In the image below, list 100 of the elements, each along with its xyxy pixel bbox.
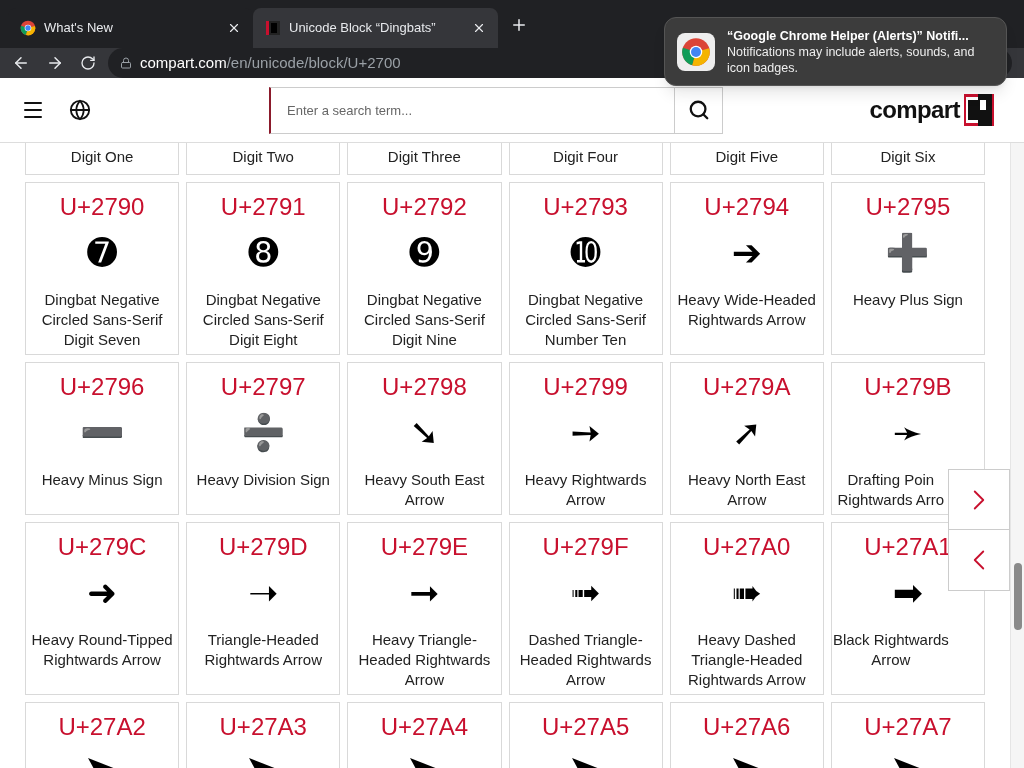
close-icon[interactable] [472,21,486,35]
code-point: U+2794 [704,193,790,221]
character-card[interactable]: Digit Five [669,143,824,175]
character-name: Rightwards Arrow [687,310,806,330]
code-point: U+2796 [59,373,145,401]
character-card[interactable]: U+27A4 [347,702,502,768]
scrollbar-thumb[interactable] [1014,563,1022,630]
character-card[interactable]: U+27A2 [25,702,180,768]
language-icon[interactable] [69,99,91,121]
character-card[interactable]: U+279F ➟ Dashed Triangle- Headed Rightwards Arrow [508,522,663,695]
character-card[interactable]: U+27A3 [186,702,341,768]
character-glyph: ➚ [731,411,762,455]
lock-icon [120,57,132,69]
character-card[interactable]: U+279E ➞ Heavy Triangle- Headed Rightwards Arrow [347,522,502,695]
notification-popup[interactable]: “Google Chrome Helper (Alerts)” Notifi... Notifications may include alerts, sounds, and icon badges. [664,17,1007,86]
close-icon[interactable] [227,21,241,35]
character-name: Heavy Minus Sign [41,470,163,490]
character-glyph: ➛ [892,411,923,455]
character-name: Triangle-Headed [207,630,319,650]
character-name: Rightwards Arrow [43,650,161,670]
character-name: Circled Sans-Serif [363,310,485,330]
character-glyph: ➑ [248,231,279,275]
code-point: U+27A3 [219,713,307,741]
logo-mark-icon [964,94,994,126]
chrome-icon [681,36,711,67]
browser-tab[interactable]: Unicode Block “Dingbats” [253,8,498,48]
url-path: /en/unicode/block/U+2700 [226,53,401,71]
character-glyph: ➐ [87,231,118,275]
character-name: Circled Sans-Serif [525,310,646,330]
character-card[interactable]: U+2794 ➔ Heavy Wide-Headed Rightwards Arrow [669,182,824,355]
character-name: Arrow [727,490,767,510]
reload-icon[interactable] [80,55,96,71]
new-tab-icon[interactable] [510,16,528,34]
character-card[interactable]: Digit Two [186,143,341,175]
character-card[interactable]: U+2793 ➓ Dingbat Negative Circled Sans-Serif Number Ten [508,182,663,355]
site-logo[interactable]: compart [869,92,960,128]
character-card[interactable]: U+27A5 [508,702,663,768]
character-name: Heavy Triangle- [371,630,477,650]
character-name: Dingbat Negative [366,290,482,310]
character-glyph: ➟ [570,571,601,615]
character-glyph: ➖ [79,411,125,455]
character-card[interactable]: U+279A ➚ Heavy North East Arrow [669,362,824,515]
character-name: Arrow [404,490,444,510]
character-name: Arrow [404,670,444,690]
character-name: Heavy Dashed [697,630,796,650]
code-point: U+279B [864,373,952,401]
tab-title: Unicode Block “Dingbats” [289,19,437,38]
character-name: Black Rightwards [832,630,949,650]
notification-title: “Google Chrome Helper (Alerts)” Notifi... [727,27,970,44]
character-card[interactable]: U+2799 ➙ Heavy Rightwards Arrow [508,362,663,515]
character-name: Digit Seven [63,330,141,350]
character-card[interactable]: U+27A7 [830,702,985,768]
character-card[interactable]: U+2795 ➕ Heavy Plus Sign [830,182,985,355]
character-card[interactable]: U+2797 ➗ Heavy Division Sign [186,362,341,515]
search-icon [687,99,710,121]
character-card[interactable]: U+27A0 ➠ Heavy Dashed Triangle-Headed Rightwards Arrow [669,522,824,695]
character-name: Circled Sans-Serif [202,310,324,330]
character-card[interactable]: Digit Four [508,143,663,175]
character-card[interactable]: U+2792 ➒ Dingbat Negative Circled Sans-Serif Digit Nine [347,182,502,355]
code-point: U+27A7 [864,713,952,741]
character-card[interactable]: Digit Six [830,143,985,175]
character-glyph: ➜ [87,571,118,615]
character-card[interactable]: Digit Three [347,143,502,175]
code-point: U+2798 [382,373,467,401]
code-point: U+279D [218,533,308,561]
character-glyph: ➞ [409,571,440,615]
character-name: Digit Five [715,147,778,167]
character-name: Number Ten [544,330,627,350]
character-card[interactable]: U+2798 ➘ Heavy South East Arrow [347,362,502,515]
search-field[interactable]: Enter a search term... [269,86,675,134]
character-glyph: ➙ [570,411,601,455]
character-glyph: ➠ [731,571,762,615]
character-name: Digit One [70,147,134,167]
character-name: Digit Nine [391,330,457,350]
character-card[interactable]: U+2791 ➑ Dingbat Negative Circled Sans-Serif Digit Eight [186,182,341,355]
character-card[interactable]: U+279D ➝ Triangle-Headed Rightwards Arrow [186,522,341,695]
forward-icon[interactable] [46,54,64,72]
code-point: U+279C [57,533,147,561]
character-card[interactable]: U+2796 ➖ Heavy Minus Sign [25,362,180,515]
character-card[interactable]: U+279C ➜ Heavy Round-Tipped Rightwards Arrow [25,522,180,695]
back-icon[interactable] [12,54,30,72]
character-name: Heavy Rightwards [524,470,647,490]
character-name: Digit Three [387,147,461,167]
character-name: Rightwards Arrow [204,650,322,670]
character-name: Heavy Division Sign [196,470,330,490]
character-card[interactable]: U+2790 ➐ Dingbat Negative Circled Sans-Serif Digit Seven [25,182,180,355]
character-name: Triangle-Headed [691,650,803,670]
character-name: Digit Eight [229,330,298,350]
character-name: Headed Rightwards [519,650,652,670]
code-point: U+27A5 [541,713,630,741]
code-point: U+27A6 [703,713,791,741]
character-name: Rightwards Arro [837,490,945,510]
character-card[interactable]: U+27A6 [669,702,824,768]
scrollbar[interactable] [1010,143,1024,768]
character-name: Drafting Poin [847,470,935,490]
character-card[interactable]: Digit One [25,143,180,175]
code-point: U+2792 [382,193,467,221]
character-card[interactable]: U+27A1 ➡ Black Rightwards Arrow [830,522,985,695]
character-name: Rightwards Arrow [687,670,806,690]
character-card[interactable]: U+279B ➛ Drafting Poin Rightwards Arro [830,362,985,515]
